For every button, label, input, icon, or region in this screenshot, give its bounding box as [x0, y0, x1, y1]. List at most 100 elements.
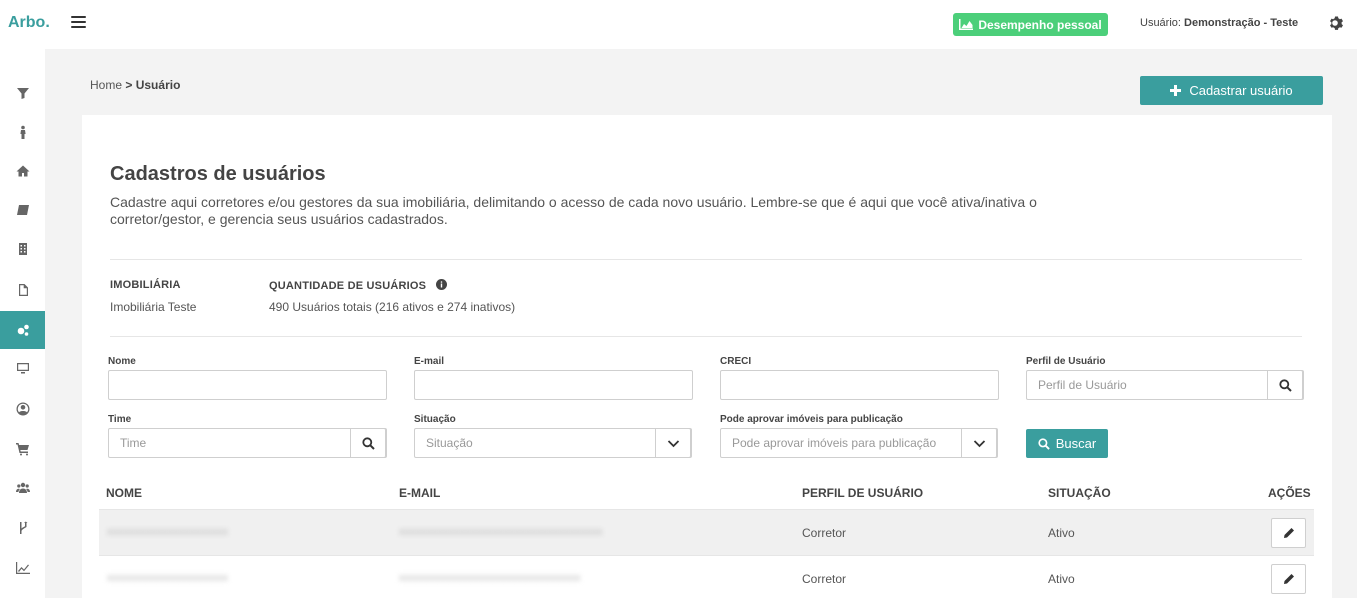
- row-email: xxxxxxxxxxxxxxxxxxxxxxxxxxxxxxxxxxxxx: [399, 526, 603, 538]
- personal-performance-button[interactable]: Desempenho pessoal: [953, 13, 1108, 36]
- sidebar-item-users[interactable]: [0, 469, 45, 507]
- settings-gear-icon[interactable]: [1327, 15, 1343, 31]
- menu-toggle-icon[interactable]: [71, 16, 86, 29]
- users-icon: [15, 482, 30, 493]
- brand-logo[interactable]: Arbo.: [8, 14, 50, 32]
- perfil-search-button[interactable]: [1267, 370, 1303, 400]
- situacao-placeholder: Situação: [426, 436, 473, 450]
- personal-performance-label: Desempenho pessoal: [978, 17, 1102, 32]
- row-email: xxxxxxxxxxxxxxxxxxxxxxxxxxxxxxxxx: [399, 572, 581, 584]
- user-count-value: 490 Usuários totais (216 ativos e 274 in…: [269, 300, 516, 314]
- email-input[interactable]: [414, 370, 693, 400]
- aprovar-select[interactable]: Pode aprovar imóveis para publicação: [720, 428, 998, 458]
- table-row: xxxxxxxxxxxxxxxxxxxxxx xxxxxxxxxxxxxxxxx…: [99, 509, 1314, 555]
- user-count-label: QUANTIDADE DE USUÁRIOS: [269, 279, 448, 292]
- document-icon: [18, 284, 28, 296]
- search-icon: [1278, 378, 1292, 392]
- table-row: xxxxxxxxxxxxxxxxxxxxxx xxxxxxxxxxxxxxxxx…: [99, 555, 1314, 598]
- fork-icon: [19, 521, 27, 534]
- edit-button[interactable]: [1271, 518, 1306, 548]
- sidebar-item-book[interactable]: [0, 191, 45, 229]
- creci-input[interactable]: [720, 370, 999, 400]
- chevron-down-icon: [667, 439, 679, 447]
- area-chart-icon: [959, 19, 974, 30]
- column-header-situacao: SITUAÇÃO: [1048, 486, 1111, 500]
- sidebar-item-reports[interactable]: [0, 549, 45, 587]
- sidebar-item-monitor[interactable]: [0, 349, 45, 387]
- sidebar-item-filter[interactable]: [0, 74, 45, 112]
- search-button[interactable]: Buscar: [1026, 429, 1108, 458]
- divider: [110, 336, 1302, 337]
- pencil-icon: [1283, 574, 1294, 584]
- breadcrumb-separator: >: [125, 78, 133, 92]
- row-nome: xxxxxxxxxxxxxxxxxxxxxx: [107, 526, 228, 538]
- sidebar-item-settings[interactable]: [0, 311, 45, 349]
- chevron-down-icon: [973, 439, 985, 447]
- nome-input[interactable]: [108, 370, 387, 400]
- time-search-button[interactable]: [350, 428, 386, 458]
- sidebar-item-home[interactable]: [0, 152, 45, 190]
- sidebar-item-document[interactable]: [0, 271, 45, 309]
- edit-button[interactable]: [1271, 564, 1306, 594]
- info-icon[interactable]: [436, 279, 448, 290]
- user-prefix: Usuário:: [1140, 17, 1181, 29]
- search-icon: [1038, 437, 1050, 450]
- sidebar-item-cart[interactable]: [0, 430, 45, 468]
- monitor-icon: [16, 363, 29, 374]
- column-header-acoes: AÇÕES: [1268, 486, 1311, 500]
- page-title: Cadastros de usuários: [110, 163, 326, 185]
- creci-label: CRECI: [720, 356, 752, 367]
- book-icon: [16, 205, 29, 215]
- row-situacao: Ativo: [1048, 526, 1075, 540]
- agency-value: Imobiliária Teste: [110, 300, 197, 314]
- sidebar-item-building[interactable]: [0, 230, 45, 268]
- perfil-placeholder: Perfil de Usuário: [1038, 378, 1127, 392]
- add-user-button[interactable]: Cadastrar usuário: [1140, 76, 1323, 105]
- current-user: Usuário: Demonstração - Teste: [1140, 17, 1298, 29]
- breadcrumb-home[interactable]: Home: [90, 78, 122, 92]
- time-placeholder: Time: [120, 436, 147, 450]
- building-icon: [18, 243, 27, 255]
- cart-icon: [15, 443, 29, 456]
- aprovar-label: Pode aprovar imóveis para publicação: [720, 414, 903, 425]
- user-count-label-text: QUANTIDADE DE USUÁRIOS: [269, 280, 427, 292]
- row-situacao: Ativo: [1048, 572, 1075, 586]
- perfil-input[interactable]: Perfil de Usuário: [1026, 370, 1304, 400]
- plus-icon: [1170, 85, 1182, 96]
- line-chart-icon: [15, 562, 30, 574]
- column-header-nome: NOME: [106, 486, 142, 500]
- user-circle-icon: [16, 402, 29, 416]
- email-label: E-mail: [414, 356, 445, 367]
- column-header-email: E-MAIL: [399, 486, 441, 500]
- agency-label: IMOBILIÁRIA: [110, 279, 181, 291]
- top-bar: Arbo. Desempenho pessoal Usuário: Demons…: [0, 0, 1357, 49]
- nome-label: Nome: [108, 356, 136, 367]
- row-nome: xxxxxxxxxxxxxxxxxxxxxx: [107, 572, 228, 584]
- search-icon: [361, 436, 375, 450]
- situacao-select[interactable]: Situação: [414, 428, 692, 458]
- divider: [110, 259, 1302, 260]
- aprovar-dropdown-button[interactable]: [961, 428, 997, 458]
- time-input[interactable]: Time: [108, 428, 387, 458]
- add-user-label: Cadastrar usuário: [1189, 83, 1293, 98]
- breadcrumb-current: Usuário: [135, 78, 181, 92]
- gears-icon: [17, 324, 29, 336]
- sidebar: [0, 49, 45, 598]
- sidebar-item-profile[interactable]: [0, 390, 45, 428]
- column-header-perfil: PERFIL DE USUÁRIO: [802, 486, 924, 500]
- pencil-icon: [1283, 528, 1294, 538]
- situacao-label: Situação: [414, 414, 456, 425]
- sidebar-item-person[interactable]: [0, 113, 45, 151]
- home-icon: [16, 165, 29, 177]
- perfil-label: Perfil de Usuário: [1026, 356, 1106, 367]
- page-description: Cadastre aqui corretores e/ou gestores d…: [110, 194, 1037, 227]
- sidebar-item-branch[interactable]: [0, 509, 45, 547]
- users-card: Cadastros de usuários Cadastre aqui corr…: [82, 115, 1332, 598]
- aprovar-placeholder: Pode aprovar imóveis para publicação: [732, 436, 937, 450]
- situacao-dropdown-button[interactable]: [655, 428, 691, 458]
- search-button-label: Buscar: [1055, 436, 1097, 451]
- filter-icon: [16, 88, 29, 99]
- time-label: Time: [108, 414, 132, 425]
- row-perfil: Corretor: [802, 526, 847, 540]
- breadcrumb: Home > Usuário: [90, 78, 180, 92]
